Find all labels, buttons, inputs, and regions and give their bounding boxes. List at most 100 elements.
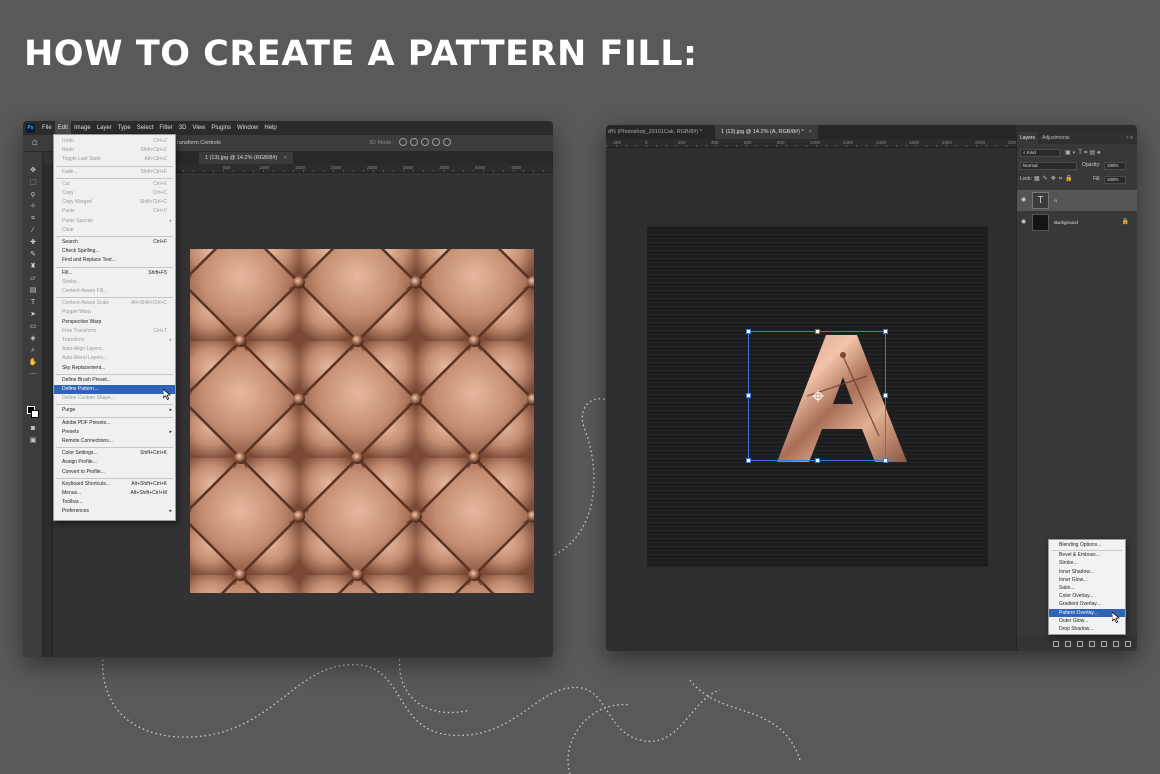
- transform-handle[interactable]: [815, 458, 820, 463]
- menu-select[interactable]: Select: [134, 121, 157, 135]
- link-layers-icon[interactable]: [1053, 641, 1059, 647]
- orbit-icon[interactable]: [399, 138, 407, 146]
- healing-brush-icon[interactable]: ✚: [28, 238, 38, 248]
- clone-stamp-icon[interactable]: ♜: [28, 262, 38, 272]
- transform-handle[interactable]: [746, 458, 751, 463]
- menu-layer[interactable]: Layer: [94, 121, 115, 135]
- menu-item-preferences[interactable]: Preferences ▸: [54, 507, 175, 516]
- more-tools-icon[interactable]: ⋯: [28, 370, 38, 380]
- layer-row-background[interactable]: ◉ Background 🔒: [1017, 212, 1137, 233]
- transform-bounding-box[interactable]: [746, 329, 888, 463]
- menu-item-search[interactable]: Search Ctrl+F: [54, 238, 175, 247]
- move-tool-icon[interactable]: ✥: [28, 166, 38, 176]
- transform-handle[interactable]: [815, 329, 820, 334]
- scale-icon[interactable]: [443, 138, 451, 146]
- transform-controls-label[interactable]: ransform Controls: [177, 140, 221, 146]
- menu-item-presets[interactable]: Presets ▸: [54, 428, 175, 437]
- tab-layers[interactable]: Layers: [1017, 132, 1039, 144]
- menu-item-convert-to-profile[interactable]: Convert to Profile...: [54, 468, 175, 477]
- fx-menu-item-blending-options[interactable]: Blending Options...: [1049, 541, 1125, 549]
- lasso-tool-icon[interactable]: ϙ: [28, 190, 38, 200]
- fx-menu-item-satin[interactable]: Satin...: [1049, 584, 1125, 592]
- menu-item-sky-replacement[interactable]: Sky Replacement...: [54, 364, 175, 373]
- menu-plugins[interactable]: Plugins: [208, 121, 234, 135]
- layer-filter-kind[interactable]: ⌕ Kind: [1020, 149, 1060, 157]
- menu-item-fill[interactable]: Fill... Shift+F5: [54, 269, 175, 278]
- close-icon[interactable]: ×: [809, 129, 812, 135]
- menu-item-auto-blend-layers[interactable]: Auto-Blend Layers...: [54, 354, 175, 363]
- path-selection-icon[interactable]: ➤: [28, 310, 38, 320]
- menu-help[interactable]: Help: [261, 121, 279, 135]
- fill-input[interactable]: 100%: [1104, 176, 1126, 184]
- eraser-icon[interactable]: ▱: [28, 274, 38, 284]
- blend-mode-select[interactable]: Normal: [1020, 162, 1077, 170]
- paint-bucket-icon[interactable]: ◈: [28, 334, 38, 344]
- background-color-swatch[interactable]: [31, 410, 39, 418]
- menu-item-menus[interactable]: Menus... Alt+Shift+Ctrl+M: [54, 489, 175, 498]
- fx-menu-item-bevel-emboss[interactable]: Bevel & Emboss...: [1049, 551, 1125, 559]
- menu-item-transform[interactable]: Transform ▸: [54, 336, 175, 345]
- menu-item-fade[interactable]: Fade... Shift+Ctrl+F: [54, 168, 175, 177]
- rectangle-tool-icon[interactable]: ▭: [28, 322, 38, 332]
- menu-item-paste-special[interactable]: Paste Special ▸: [54, 217, 175, 226]
- fx-menu-item-color-overlay[interactable]: Color Overlay...: [1049, 592, 1125, 600]
- pan-icon[interactable]: [421, 138, 429, 146]
- document-tab-inactive[interactable]: d% (Photoshop_29101Cak, RGB/8#) *: [606, 125, 702, 139]
- menu-item-purge[interactable]: Purge ▸: [54, 406, 175, 415]
- menu-item-color-settings[interactable]: Color Settings... Shift+Ctrl+K: [54, 449, 175, 458]
- marquee-tool-icon[interactable]: ⬚: [28, 178, 38, 188]
- fx-menu-item-stroke[interactable]: Stroke...: [1049, 559, 1125, 567]
- adjustment-layer-icon[interactable]: [1089, 641, 1095, 647]
- fx-menu-item-drop-shadow[interactable]: Drop Shadow...: [1049, 625, 1125, 633]
- zoom-tool-icon[interactable]: ⌕: [28, 346, 38, 356]
- fx-icon[interactable]: [1065, 641, 1071, 647]
- layer-row-text[interactable]: ◉ T A: [1017, 190, 1137, 211]
- transform-handle[interactable]: [746, 329, 751, 334]
- menu-item-stroke[interactable]: Stroke...: [54, 278, 175, 287]
- gradient-tool-icon[interactable]: ▤: [28, 286, 38, 296]
- menu-item-toggle-last-state[interactable]: Toggle Last State Alt+Ctrl+Z: [54, 155, 175, 164]
- filter-icons[interactable]: ▣◐T⌗▤●: [1065, 149, 1103, 157]
- delete-layer-icon[interactable]: [1125, 641, 1131, 647]
- menu-item-clear[interactable]: Clear: [54, 226, 175, 235]
- layer-name[interactable]: Background: [1054, 220, 1078, 225]
- menu-item-free-transform[interactable]: Free Transform Ctrl+T: [54, 327, 175, 336]
- menu-image[interactable]: Image: [71, 121, 94, 135]
- menu-item-perspective-warp[interactable]: Perspective Warp: [54, 318, 175, 327]
- menu-item-define-brush-preset[interactable]: Define Brush Preset...: [54, 376, 175, 385]
- new-layer-icon[interactable]: [1113, 641, 1119, 647]
- brush-tool-icon[interactable]: ✎: [28, 250, 38, 260]
- layer-name[interactable]: A: [1054, 198, 1057, 203]
- tab-adjustments[interactable]: Adjustments: [1039, 132, 1073, 144]
- fx-menu-item-inner-shadow[interactable]: Inner Shadow...: [1049, 568, 1125, 576]
- menu-item-keyboard-shortcuts[interactable]: Keyboard Shortcuts... Alt+Shift+Ctrl+K: [54, 480, 175, 489]
- menu-item-copy[interactable]: Copy Ctrl+C: [54, 189, 175, 198]
- menu-item-auto-align-layers[interactable]: Auto-Align Layers...: [54, 345, 175, 354]
- menu-type[interactable]: Type: [115, 121, 134, 135]
- close-icon[interactable]: ×: [284, 155, 287, 161]
- menu-view[interactable]: View: [189, 121, 208, 135]
- menu-item-check-spelling[interactable]: Check Spelling...: [54, 247, 175, 256]
- menu-item-redo[interactable]: Redo Shift+Ctrl+Z: [54, 146, 175, 155]
- roll-icon[interactable]: [410, 138, 418, 146]
- fx-menu-item-gradient-overlay[interactable]: Gradient Overlay...: [1049, 600, 1125, 608]
- magic-wand-icon[interactable]: ✧: [28, 202, 38, 212]
- menu-item-define-pattern[interactable]: Define Pattern...: [54, 385, 175, 394]
- transform-handle[interactable]: [883, 329, 888, 334]
- transform-handle[interactable]: [746, 393, 751, 398]
- menu-item-find-and-replace-text[interactable]: Find and Replace Text...: [54, 256, 175, 265]
- transform-handle[interactable]: [883, 458, 888, 463]
- menu-3d[interactable]: 3D: [176, 121, 190, 135]
- menu-item-copy-merged[interactable]: Copy Merged Shift+Ctrl+C: [54, 198, 175, 207]
- menu-item-content-aware-scale[interactable]: Content-Aware Scale Alt+Shift+Ctrl+C: [54, 299, 175, 308]
- menu-item-remote-connections[interactable]: Remote Connections...: [54, 437, 175, 446]
- menu-filter[interactable]: Filter: [156, 121, 175, 135]
- slide-icon[interactable]: [432, 138, 440, 146]
- menu-item-content-aware-fill[interactable]: Content-Aware Fill...: [54, 287, 175, 296]
- home-icon[interactable]: ⌂: [32, 138, 38, 148]
- document-tab-active[interactable]: 1 (13).jpg @ 14.2% (A, RGB/8#) * ×: [715, 125, 818, 139]
- menu-item-puppet-warp[interactable]: Puppet Warp: [54, 308, 175, 317]
- eyedropper-icon[interactable]: ⁄: [28, 226, 38, 236]
- fx-menu-item-inner-glow[interactable]: Inner Glow...: [1049, 576, 1125, 584]
- collapse-panel-icon[interactable]: » ≡: [1126, 132, 1133, 144]
